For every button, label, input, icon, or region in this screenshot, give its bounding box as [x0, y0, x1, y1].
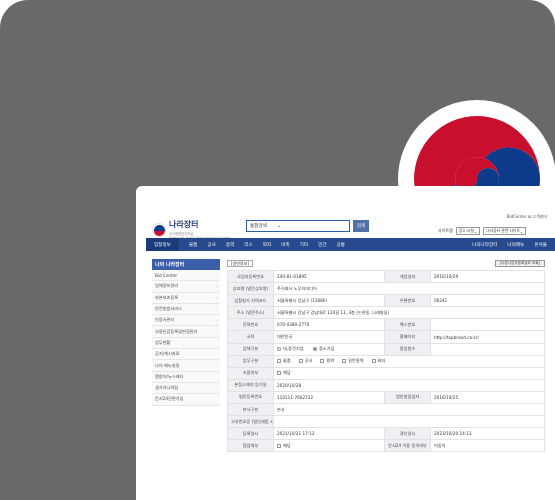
sidebar-item[interactable]: 나의 메뉴설정 [152, 360, 220, 372]
work-type-checkbox[interactable] [320, 359, 325, 364]
sidebar-item[interactable]: 업체정보관리 › [152, 281, 220, 293]
sidebar-item-label: 업체정보관리 [155, 283, 179, 289]
logo-title: 나라장터 [169, 220, 199, 229]
nav-right-item[interactable]: 나의메뉴 [507, 242, 524, 248]
sitemap-link[interactable]: 사이트맵 [438, 228, 453, 234]
biztype-radio-sme[interactable] [312, 347, 317, 352]
sidebar-item-label: 열람이/뉴스레터 [155, 373, 184, 379]
sidebar-item-label: 안전방범서비스 [155, 306, 182, 312]
sidebar-item-label: 인증서관리 [155, 317, 175, 323]
sidebar-item-label: Bid Center [155, 272, 178, 278]
work-type-checkbox[interactable] [371, 359, 376, 364]
search-button[interactable]: 검색 [353, 220, 369, 232]
nav-item[interactable]: 공사 [207, 242, 215, 248]
work-type-label: 물품 [283, 358, 291, 364]
nav-item[interactable]: 용역 [226, 242, 234, 248]
sidebar-item[interactable]: 인증서관리 › [152, 315, 220, 327]
tab-general-info[interactable]: [일반정보] [227, 260, 253, 267]
sidebar-item[interactable]: 열람이/뉴스레터 [152, 371, 220, 383]
sidebar-item[interactable]: 생사의나의팀 [152, 382, 220, 395]
table-row: 업체구분 대,중견기업 중소기업 종업원수 [227, 342, 545, 356]
sidebar-title: 나의 나라장터 [152, 259, 220, 270]
work-type-label: 일반용역 [348, 358, 364, 364]
work-type-checkbox[interactable] [342, 359, 347, 364]
sidebar: 나의 나라장터 Bid Center 업체정보관리 › 자본보조등록 › 안전방범서비스 ›… [152, 259, 220, 406]
nav-item[interactable]: 물품 [189, 242, 197, 248]
nav-item[interactable]: 외자 [263, 242, 271, 248]
nav-right-item[interactable]: 나의나라장터 [472, 242, 497, 248]
table-row: 본사구분 본사 [227, 403, 545, 417]
work-type-label: 외자 [377, 358, 386, 364]
sitemap-area: 사이트맵 장소·시설 ⌄ 나라장터 관련 사이트 ⌄ [438, 227, 527, 235]
sidebar-item[interactable]: 공지/게시자료 [152, 349, 220, 361]
nav-item-bid-info[interactable]: 입찰정보 [146, 238, 179, 251]
chevron-right-icon: › [215, 283, 217, 289]
search-input[interactable]: 통합검색 ⌄ [246, 220, 350, 232]
chevron-right-icon: › [215, 317, 217, 323]
related-site-select-2[interactable]: 나라장터 관련 사이트 ⌄ [483, 227, 527, 235]
other-registration-button[interactable]: [다른사업자등록정보 조회] [494, 260, 545, 267]
chevron-down-icon[interactable]: ⌄ [277, 223, 281, 229]
table-row: 법인등록번호 110111-7662722 법인설립일자 2016/10/25 [227, 390, 545, 405]
sidebar-item-label: 자본보조등록 [155, 294, 179, 300]
search-scope[interactable]: 통합검색 [250, 223, 267, 229]
table-row: 고유번호증 (법인세법 시행령) [227, 415, 545, 429]
table-row: 협업여부 해당 문서24 이용 동의여부 미동의 [227, 439, 545, 453]
background-frame: 나라장터 국가종합전자조달 Korea ON-line E-Procuremen… [0, 0, 555, 500]
union-checkbox[interactable] [277, 371, 281, 376]
screenshot-card: 나라장터 국가종합전자조달 Korea ON-line E-Procuremen… [136, 186, 555, 500]
sidebar-item-label: 나의 메뉴설정 [155, 362, 180, 368]
table-row: 조합여부 해당 [227, 366, 545, 380]
nav-right-item[interactable]: 온서울 [534, 242, 547, 248]
sidebar-item-label: 사용인감등록및변경관리 [155, 328, 198, 334]
sidebar-item[interactable]: 자본보조등록 › [152, 292, 220, 304]
table-row: 국적 대한민국 홈페이지 http://topbrand.co.kr/ [227, 330, 545, 344]
main-nav: 입찰정보 물품 공사 용역 리스 외자 비축 기타 민간 공통 나의나라장터 나의메뉴 온서울 [146, 238, 555, 251]
nav-item[interactable]: 공통 [337, 242, 345, 248]
work-type-checkbox[interactable] [298, 359, 303, 364]
nav-item[interactable]: 민간 [318, 242, 326, 248]
table-row: 상호명 (영문상호명) 주식회사 노무이미디어 [227, 282, 545, 296]
biztype-radio-large[interactable] [277, 347, 281, 352]
work-type-checkbox[interactable] [277, 359, 281, 364]
nav-item[interactable]: 리스 [244, 242, 252, 248]
sidebar-item[interactable]: 업무현황 [152, 337, 220, 350]
nav-item[interactable]: 비축 [281, 242, 289, 248]
work-type-label: 용역 [326, 358, 335, 364]
table-row: 본점소재지 등기일 2020/10/28 [227, 378, 545, 392]
sidebar-item[interactable]: 안전방범서비스 › [152, 303, 220, 316]
table-row: 등록일시 2021/10/21 17:12 갱신일시 2023/10/20 14… [227, 427, 545, 441]
chevron-right-icon: › [215, 295, 217, 301]
sidebar-item[interactable]: Bid Center [152, 270, 220, 282]
nav-item[interactable]: 기타 [300, 242, 308, 248]
table-row: 전화번호 070-4380-2770 팩스번호 [227, 318, 545, 332]
site-logo[interactable]: 나라장터 국가종합전자조달 Korea ON-line E-Procuremen… [152, 219, 230, 240]
company-info-table: 사업자등록번호 240-81-01895 개업일자 2016/10/29 상호명… [227, 269, 545, 453]
sidebar-item[interactable]: 문서24간편가입 [152, 394, 220, 406]
homepage-link[interactable]: http://topbrand.co.kr/ [430, 330, 545, 344]
sidebar-item[interactable]: 사용인감등록및변경관리 [152, 326, 220, 338]
table-row: 입찰참가 지역코드 서울특별시 강남구 (11680) 우편번호 06241 [227, 294, 545, 308]
customer-center-link[interactable]: w:고객센터 [528, 214, 547, 219]
sidebar-item-label: 공지/게시자료 [155, 351, 180, 357]
bidcenter-link[interactable]: BidCenter [507, 214, 527, 219]
sidebar-item-label: 문서24간편가입 [155, 396, 184, 402]
work-type-label: 공사 [304, 358, 313, 364]
table-row: 업무구분 물품 공사 용역 일반용역 외자 [227, 354, 545, 368]
chevron-right-icon: › [215, 306, 217, 312]
table-row: 주소 (영문주소) 서울특별시 강남구 강남대로 114길 11, 3층 (논현… [227, 306, 545, 320]
agree-checkbox[interactable] [277, 443, 281, 448]
sidebar-item-label: 생사의나의팀 [155, 385, 179, 391]
logo-emblem-icon [152, 222, 166, 237]
table-row: 사업자등록번호 240-81-01895 개업일자 2016/10/29 [227, 269, 545, 284]
sidebar-item-label: 업무현황 [155, 339, 171, 345]
header-links: BidCenter w:고객센터 [507, 214, 547, 220]
related-site-select-1[interactable]: 장소·시설 ⌄ [455, 227, 481, 235]
